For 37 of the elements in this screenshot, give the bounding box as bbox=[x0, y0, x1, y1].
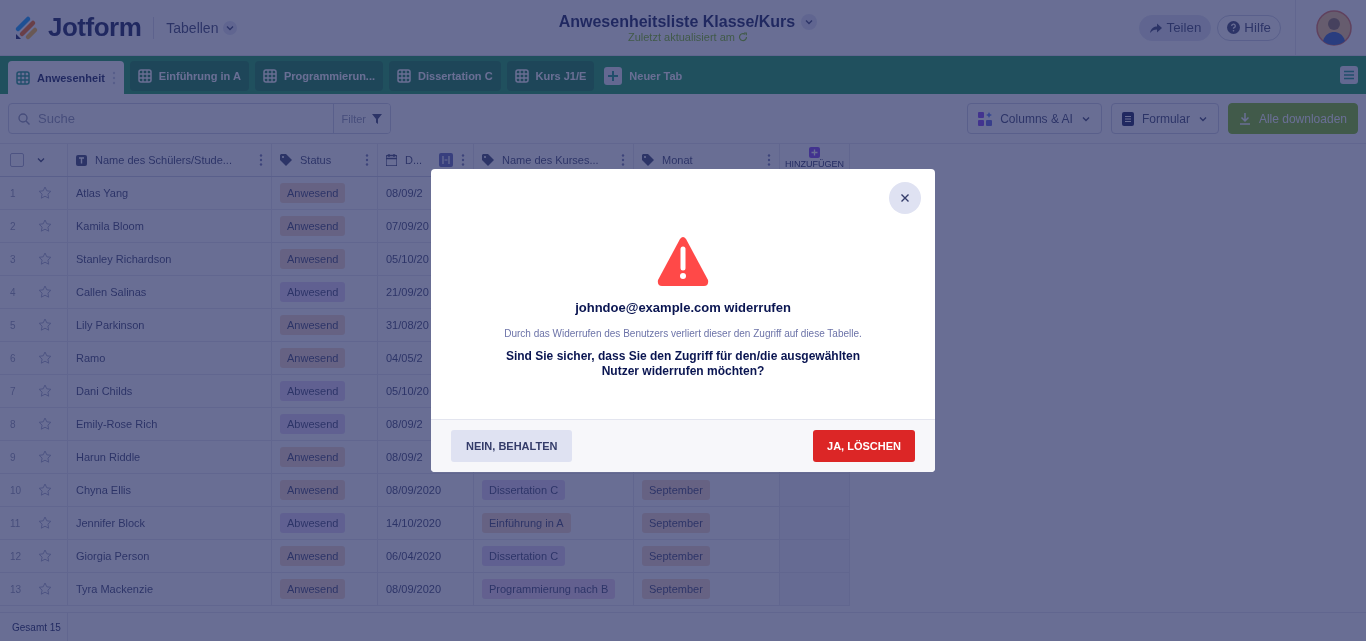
table-cell: Giorgia Person bbox=[76, 550, 150, 562]
cancel-button[interactable]: NEIN, BEHALTEN bbox=[451, 430, 573, 462]
table-cell: 06/04/2020 bbox=[386, 550, 442, 562]
table-cell: 21/09/20 bbox=[386, 286, 429, 298]
table-cell: 31/08/20 bbox=[386, 319, 429, 331]
logo-text: Jotform bbox=[48, 12, 142, 43]
delete-button[interactable]: JA, LÖSCHEN bbox=[813, 430, 915, 462]
table-cell: Stanley Richardson bbox=[76, 253, 172, 265]
dialog-question: Sind Sie sicher, dass Sie den Zugriff für den/die ausgewählten Nutzer widerrufen möchten? bbox=[504, 349, 862, 379]
dialog-title: johndoe@example.com widerrufen bbox=[575, 300, 791, 315]
table-cell: 08/09/2 bbox=[386, 187, 423, 199]
close-icon bbox=[900, 193, 910, 203]
table-cell: 04/05/2 bbox=[386, 352, 423, 364]
last-updated-text: Zuletzt aktualisiert am bbox=[627, 30, 735, 43]
table-cell: Ramo bbox=[76, 352, 106, 364]
table-cell: 08/09/2 bbox=[386, 418, 423, 430]
dialog-description: Durch das Widerrufen des Benutzers verliert dieser den Zugriff auf diese Tabelle. bbox=[504, 328, 862, 339]
table-cell: Lily Parkinson bbox=[76, 319, 145, 331]
table-cell: 05/10/20 bbox=[386, 253, 429, 265]
sheet-title: Anwesenheitsliste Klasse/Kurs bbox=[558, 12, 796, 31]
table-cell: Atlas Yang bbox=[76, 187, 129, 199]
table-cell: 08/09/2020 bbox=[386, 484, 442, 496]
table-cell: Kamila Bloom bbox=[76, 220, 144, 232]
table-cell: 08/09/2020 bbox=[386, 583, 442, 595]
table-cell: Harun Riddle bbox=[76, 451, 141, 463]
warning-icon bbox=[656, 234, 710, 288]
table-cell: Jennifer Block bbox=[76, 517, 146, 529]
table-cell: Callen Salinas bbox=[76, 286, 147, 298]
table-cell: Dani Childs bbox=[76, 385, 133, 397]
table-cell: 08/09/2 bbox=[386, 451, 423, 463]
table-cell: 14/10/2020 bbox=[386, 517, 442, 529]
table-cell: Emily-Rose Rich bbox=[76, 418, 158, 430]
table-cell: 07/09/20 bbox=[386, 220, 429, 232]
table-cell: Chyna Ellis bbox=[76, 484, 132, 496]
table-cell: 05/10/20 bbox=[386, 385, 429, 397]
table-cell: Tyra Mackenzie bbox=[76, 583, 154, 595]
close-button[interactable] bbox=[889, 182, 921, 214]
